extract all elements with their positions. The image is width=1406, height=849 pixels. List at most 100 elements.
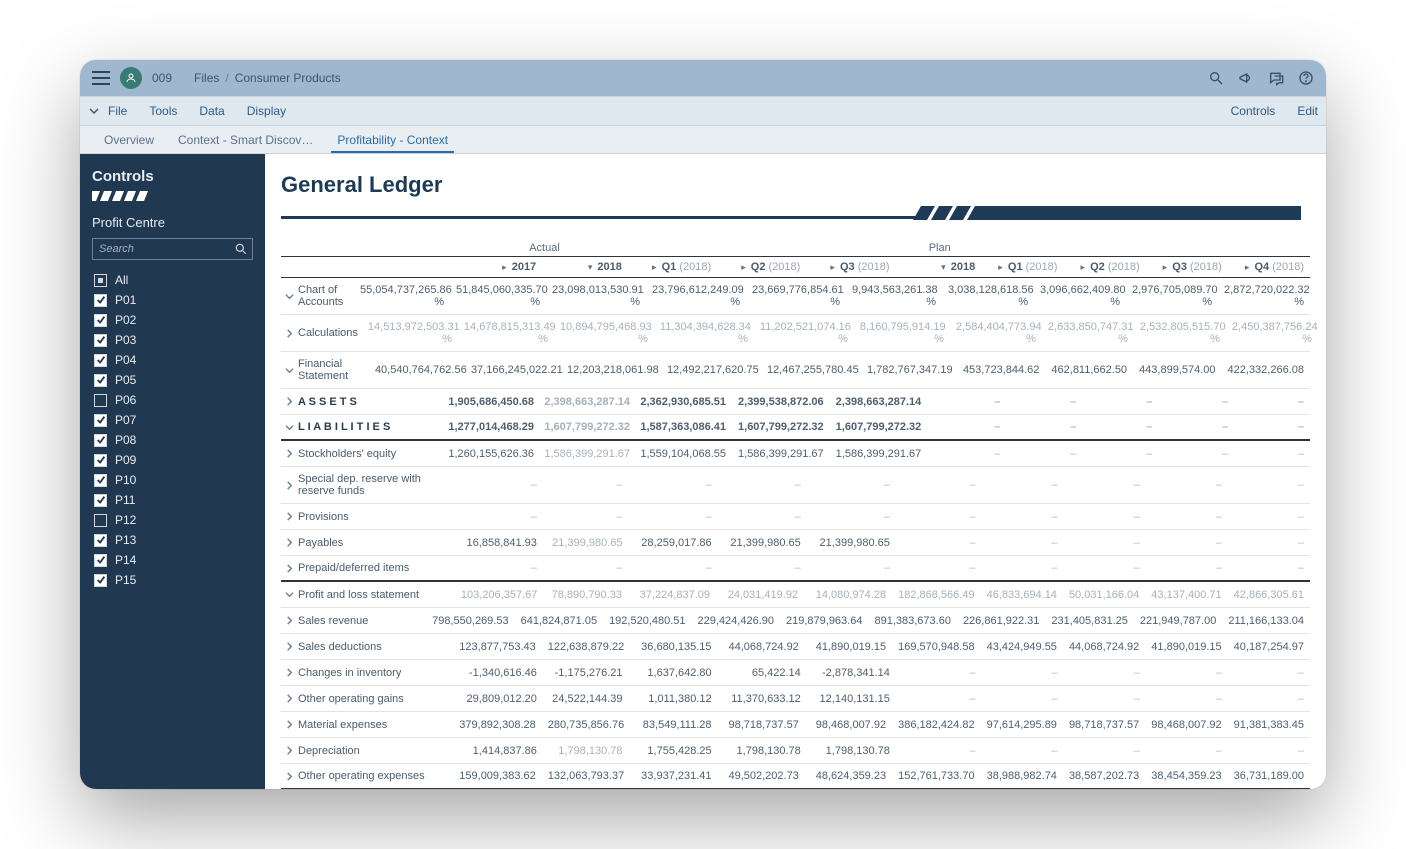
search-icon[interactable] — [1208, 70, 1224, 86]
column-header[interactable]: ▸ Q2 (2018) — [717, 257, 806, 277]
row-label[interactable]: Sales revenue — [281, 609, 426, 633]
column-header[interactable]: ▸ 2017 — [456, 257, 542, 277]
checkbox[interactable] — [94, 414, 107, 427]
column-header[interactable]: ▸ Q4 (2018) — [1228, 257, 1310, 277]
cell: 83,549,111.28 — [630, 713, 717, 737]
checkbox[interactable] — [94, 534, 107, 547]
crumb-root[interactable]: Files — [194, 71, 219, 85]
profit-centre-item-p01[interactable]: P01 — [92, 290, 253, 310]
profit-centre-item-p14[interactable]: P14 — [92, 550, 253, 570]
profit-centre-item-all[interactable]: All — [92, 270, 253, 290]
menu-item-data[interactable]: Data — [199, 104, 224, 118]
row-label[interactable]: Other operating gains — [281, 687, 457, 711]
checkbox[interactable] — [94, 274, 107, 287]
search-icon[interactable] — [234, 242, 248, 256]
row-label[interactable]: Prepaid/deferred items — [281, 556, 457, 580]
row-label[interactable]: Sales deductions — [281, 635, 453, 659]
checkbox[interactable] — [94, 314, 107, 327]
checkbox[interactable] — [94, 434, 107, 447]
checkbox[interactable] — [94, 374, 107, 387]
cell: – — [896, 473, 982, 497]
row-label[interactable]: Other operating expenses — [281, 764, 453, 788]
checkbox[interactable] — [94, 494, 107, 507]
column-header[interactable]: ▸ Q2 (2018) — [1063, 257, 1145, 277]
cell: – — [1064, 687, 1146, 711]
row-label[interactable]: Material expenses — [281, 713, 453, 737]
cell: 42,866,305.61 — [1228, 583, 1310, 607]
checkbox[interactable] — [94, 474, 107, 487]
row-label[interactable]: Payables — [281, 531, 457, 555]
tab-context-smart-discov-[interactable]: Context - Smart Discov… — [166, 127, 325, 153]
profit-centre-item-p09[interactable]: P09 — [92, 450, 253, 470]
search-input[interactable] — [92, 238, 253, 260]
menu-link-controls[interactable]: Controls — [1231, 104, 1276, 118]
row-label[interactable]: Depreciation — [281, 739, 457, 763]
checkbox-label: P10 — [115, 473, 136, 487]
cell: 1,798,130.78 — [543, 739, 629, 763]
cell: 2,362,930,685.51 — [634, 390, 732, 414]
row-label[interactable]: Calculations — [281, 321, 362, 345]
checkbox[interactable] — [94, 454, 107, 467]
tab-overview[interactable]: Overview — [92, 127, 166, 153]
checkbox[interactable] — [94, 514, 107, 527]
row-label[interactable]: L I A B I L I T I E S — [281, 415, 442, 439]
profit-centre-item-p10[interactable]: P10 — [92, 470, 253, 490]
table-row: Sales revenue798,550,269.53641,824,871.0… — [281, 608, 1310, 634]
announcement-icon[interactable] — [1238, 70, 1254, 86]
profit-centre-item-p15[interactable]: P15 — [92, 570, 253, 590]
profit-centre-item-p13[interactable]: P13 — [92, 530, 253, 550]
row-label[interactable]: Special dep. reserve with reserve funds — [281, 467, 457, 503]
checkbox-label: P04 — [115, 353, 136, 367]
row-label[interactable]: Provisions — [281, 505, 457, 529]
cell: – — [1146, 687, 1228, 711]
menu-item-display[interactable]: Display — [247, 104, 286, 118]
column-header[interactable]: ▸ Q1 (2018) — [981, 257, 1063, 277]
chat-icon[interactable] — [1268, 70, 1284, 86]
profit-centre-item-p03[interactable]: P03 — [92, 330, 253, 350]
cell: – — [1234, 442, 1310, 466]
profit-centre-item-p12[interactable]: P12 — [92, 510, 253, 530]
cell: – — [1064, 661, 1146, 685]
checkbox[interactable] — [94, 294, 107, 307]
menu-item-file[interactable]: File — [108, 104, 127, 118]
cell: 21,399,980.65 — [718, 531, 807, 555]
column-header[interactable]: ▸ Q1 (2018) — [628, 257, 717, 277]
profit-centre-item-p04[interactable]: P04 — [92, 350, 253, 370]
profit-centre-item-p02[interactable]: P02 — [92, 310, 253, 330]
checkbox[interactable] — [94, 554, 107, 567]
column-header[interactable]: ▾ 2018 — [542, 257, 628, 277]
row-label[interactable]: Chart of Accounts — [281, 278, 354, 314]
row-label[interactable]: Changes in inventory — [281, 661, 457, 685]
checkbox[interactable] — [94, 334, 107, 347]
cell: 462,811,662.50 — [1045, 358, 1133, 382]
crumb-current[interactable]: Consumer Products — [235, 71, 341, 85]
column-group-blank — [630, 240, 897, 256]
checkbox[interactable] — [94, 574, 107, 587]
help-icon[interactable] — [1298, 70, 1314, 86]
chevron-down-icon[interactable] — [88, 105, 100, 117]
row-label[interactable]: Stockholders' equity — [281, 442, 442, 466]
checkbox-label: P05 — [115, 373, 136, 387]
cell: – — [927, 442, 1006, 466]
menu-link-edit[interactable]: Edit — [1297, 104, 1318, 118]
tab-profitability-context[interactable]: Profitability - Context — [325, 127, 460, 153]
profit-centre-item-p11[interactable]: P11 — [92, 490, 253, 510]
cell: – — [457, 556, 543, 580]
row-label[interactable]: Profit and loss statement — [281, 583, 455, 607]
column-header[interactable]: ▸ Q3 (2018) — [806, 257, 895, 277]
row-label[interactable]: A S S E T S — [281, 390, 442, 414]
column-header[interactable]: ▾ 2018 — [896, 257, 982, 277]
table-row: Payables16,858,841.9321,399,980.6528,259… — [281, 530, 1310, 556]
row-label[interactable]: Financial Statement — [281, 352, 369, 388]
menu-item-tools[interactable]: Tools — [149, 104, 177, 118]
profit-centre-item-p05[interactable]: P05 — [92, 370, 253, 390]
cell: – — [807, 505, 896, 529]
menu-toggle-icon[interactable] — [92, 71, 110, 85]
profit-centre-item-p07[interactable]: P07 — [92, 410, 253, 430]
avatar[interactable] — [120, 67, 142, 89]
checkbox[interactable] — [94, 394, 107, 407]
checkbox[interactable] — [94, 354, 107, 367]
profit-centre-item-p06[interactable]: P06 — [92, 390, 253, 410]
profit-centre-item-p08[interactable]: P08 — [92, 430, 253, 450]
column-header[interactable]: ▸ Q3 (2018) — [1146, 257, 1228, 277]
